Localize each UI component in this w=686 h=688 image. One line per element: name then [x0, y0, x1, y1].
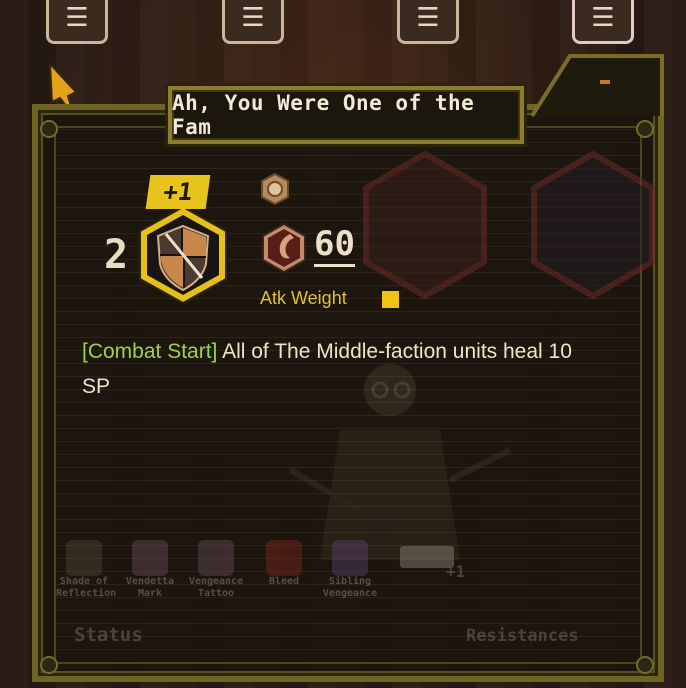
bg-skill-hex-icon [531, 150, 655, 300]
skill-shield-icon[interactable] [132, 204, 234, 306]
status-effect-name: Bleed [268, 576, 300, 587]
bg-character-figure [288, 364, 512, 560]
attack-weight-value: 60 [314, 226, 355, 267]
more-status-button[interactable] [400, 546, 454, 568]
attack-weight-label: Atk Weight [260, 288, 347, 308]
status-effect-icon [332, 540, 368, 576]
upgrade-badge: +1 [145, 175, 211, 209]
upgrade-badge-text: +1 [161, 178, 195, 206]
status-effect-name: Vendetta Mark [125, 576, 175, 599]
status-effect-icon [66, 540, 102, 576]
attack-type-icon [262, 222, 306, 274]
skill-title: Ah, You Were One of the Fam [172, 91, 475, 139]
status-section-label: Status [74, 624, 143, 646]
trigger-keyword[interactable]: [Combat Start] [82, 340, 217, 363]
status-effect-name: Sibling Vengeance [322, 576, 378, 599]
status-effect-name: Shade of Reflection [56, 576, 117, 599]
status-effect-name: Vengeance Tattoo [188, 576, 244, 599]
skill-slot-icon[interactable]: ☰ [222, 0, 284, 44]
bg-skill-hex-icon [363, 150, 487, 300]
skill-slot-icon[interactable]: ☰ [572, 0, 634, 44]
coin-icon [261, 172, 289, 206]
status-effect[interactable]: Vengeance Tattoo [188, 540, 244, 600]
skill-slot-icon[interactable]: ☰ [46, 0, 108, 44]
skill-slot-icon[interactable]: ☰ [397, 0, 459, 44]
status-effect[interactable]: Vendetta Mark [122, 540, 178, 600]
panel-rivet [40, 656, 58, 674]
attack-weight-pip [382, 291, 399, 308]
status-effect-icon [132, 540, 168, 576]
resistances-section-label: Resistances [466, 626, 579, 646]
status-effect-icon [198, 540, 234, 576]
status-effect[interactable]: Sibling Vengeance [322, 540, 378, 600]
panel-rivet [636, 120, 654, 138]
panel-tab-ornament [530, 54, 664, 118]
panel-rivet [40, 120, 58, 138]
panel-rivet [636, 656, 654, 674]
status-effect[interactable]: Shade of Reflection [56, 540, 117, 600]
skill-title-box: Ah, You Were One of the Fam [168, 86, 524, 144]
skill-cost: 2 [104, 232, 129, 278]
status-effect-icon [266, 540, 302, 576]
status-effect[interactable]: Bleed [256, 540, 312, 588]
